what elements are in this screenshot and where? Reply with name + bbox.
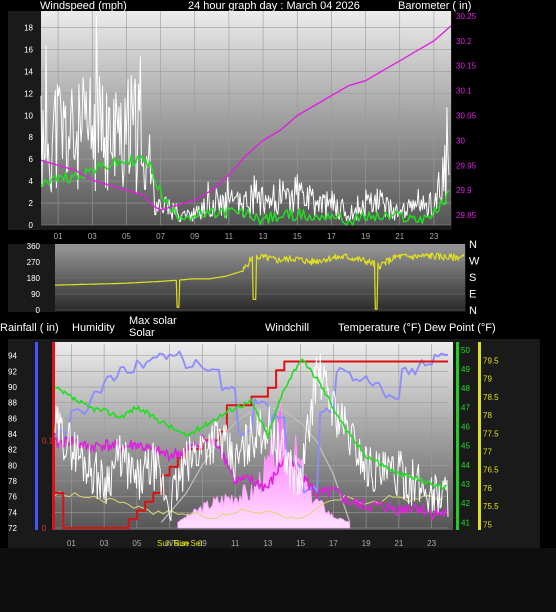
wind-x-tick: 05 — [122, 232, 131, 241]
baro-y-tick: 30.15 — [456, 62, 477, 71]
wind-y-tick: 18 — [24, 23, 33, 32]
temp-axis-bar — [456, 342, 459, 530]
wind-y-tick: 2 — [29, 199, 34, 208]
baro-y-tick: 29.95 — [456, 161, 477, 170]
temp-y-tick: 42 — [461, 499, 470, 508]
wind-x-tick: 07 — [156, 232, 165, 241]
temp-y-tick: 49 — [461, 365, 470, 374]
wind-x-tick: 23 — [429, 232, 438, 241]
dew-y-tick: 79.5 — [483, 356, 499, 365]
wind-x-tick: 15 — [293, 232, 302, 241]
direction-compass-label: E — [469, 289, 476, 301]
dew-y-tick: 75 — [483, 520, 492, 529]
wind-y-tick: 10 — [24, 111, 33, 120]
dew-y-tick: 78.5 — [483, 393, 499, 402]
humidity-y-tick: 76 — [8, 493, 17, 502]
direction-compass-label: N — [469, 305, 477, 317]
frame-lower-band — [0, 548, 556, 612]
humidity-y-tick: 72 — [8, 524, 17, 533]
baro-y-tick: 30.25 — [456, 12, 477, 21]
direction-y-tick: 0 — [36, 306, 41, 315]
humidity-y-tick: 80 — [8, 461, 17, 470]
dew-y-tick: 77.5 — [483, 429, 499, 438]
wind-x-tick: 17 — [327, 232, 336, 241]
temp-y-tick: 41 — [461, 518, 470, 527]
dew-y-tick: 77 — [483, 447, 492, 456]
wind-y-tick: 6 — [29, 155, 34, 164]
sunset-label: Sun Set — [174, 539, 203, 548]
lower-x-tick: 01 — [67, 539, 76, 548]
direction-y-tick: 360 — [27, 242, 41, 251]
baro-y-tick: 29.9 — [456, 186, 472, 195]
wind-y-tick: 4 — [29, 177, 34, 186]
temp-y-tick: 44 — [461, 461, 470, 470]
wind-x-tick: 09 — [190, 232, 199, 241]
lower-x-tick: 03 — [100, 539, 109, 548]
wind-y-tick: 14 — [24, 67, 33, 76]
lower-x-tick: 21 — [394, 539, 403, 548]
wind-y-tick: 8 — [29, 133, 34, 142]
humidity-y-tick: 92 — [8, 367, 17, 376]
direction-compass-label: N — [469, 239, 477, 251]
dew-y-tick: 75.5 — [483, 502, 499, 511]
wind-x-tick: 19 — [361, 232, 370, 241]
direction-y-tick: 270 — [27, 258, 41, 267]
dew-y-tick: 76.5 — [483, 466, 499, 475]
baro-y-tick: 30.2 — [456, 37, 472, 46]
humidity-y-tick: 84 — [8, 430, 17, 439]
humidity-y-tick: 78 — [8, 477, 17, 486]
rain-y-tick: 0.1 — [42, 436, 54, 445]
dew-y-tick: 78 — [483, 411, 492, 420]
baro-y-tick: 30.1 — [456, 87, 472, 96]
humidity-axis-bar — [35, 342, 38, 530]
dew-y-tick: 76 — [483, 484, 492, 493]
direction-y-tick: 90 — [31, 290, 40, 299]
lower-x-tick: 23 — [427, 539, 436, 548]
weather-graph: 02468101214161829.8529.929.953030.0530.1… — [0, 11, 556, 612]
dew-y-tick: 79 — [483, 375, 492, 384]
baro-y-tick: 30 — [456, 136, 465, 145]
wind-y-tick: 16 — [24, 45, 33, 54]
baro-y-tick: 30.05 — [456, 112, 477, 121]
direction-compass-label: S — [469, 272, 476, 284]
temp-y-tick: 47 — [461, 403, 470, 412]
wind-y-tick: 0 — [29, 221, 34, 230]
baro-y-tick: 29.85 — [456, 211, 477, 220]
direction-compass-label: W — [469, 256, 480, 268]
dew-axis-bar — [478, 342, 481, 530]
wind-x-tick: 21 — [395, 232, 404, 241]
humidity-y-tick: 94 — [8, 352, 17, 361]
lower-x-tick: 05 — [132, 539, 141, 548]
humidity-y-tick: 90 — [8, 383, 17, 392]
temp-y-tick: 45 — [461, 442, 470, 451]
lower-x-tick: 15 — [296, 539, 305, 548]
humidity-y-tick: 86 — [8, 414, 17, 423]
lower-x-tick: 17 — [329, 539, 338, 548]
humidity-y-tick: 88 — [8, 399, 17, 408]
humidity-y-tick: 82 — [8, 446, 17, 455]
wind-y-tick: 12 — [24, 89, 33, 98]
wind-x-tick: 13 — [259, 232, 268, 241]
lower-x-tick: 13 — [263, 539, 272, 548]
temp-y-tick: 43 — [461, 480, 470, 489]
temp-y-tick: 46 — [461, 422, 470, 431]
direction-plot-area — [55, 244, 465, 310]
wind-x-tick: 03 — [88, 232, 97, 241]
lower-x-tick: 11 — [231, 539, 240, 548]
lower-x-tick: 19 — [362, 539, 371, 548]
rain-y-tick: 0 — [42, 524, 47, 533]
humidity-y-tick: 74 — [8, 508, 17, 517]
direction-y-tick: 180 — [27, 274, 41, 283]
temp-y-tick: 50 — [461, 346, 470, 355]
wind-x-tick: 01 — [54, 232, 63, 241]
wind-x-tick: 11 — [225, 232, 234, 241]
temp-y-tick: 48 — [461, 384, 470, 393]
